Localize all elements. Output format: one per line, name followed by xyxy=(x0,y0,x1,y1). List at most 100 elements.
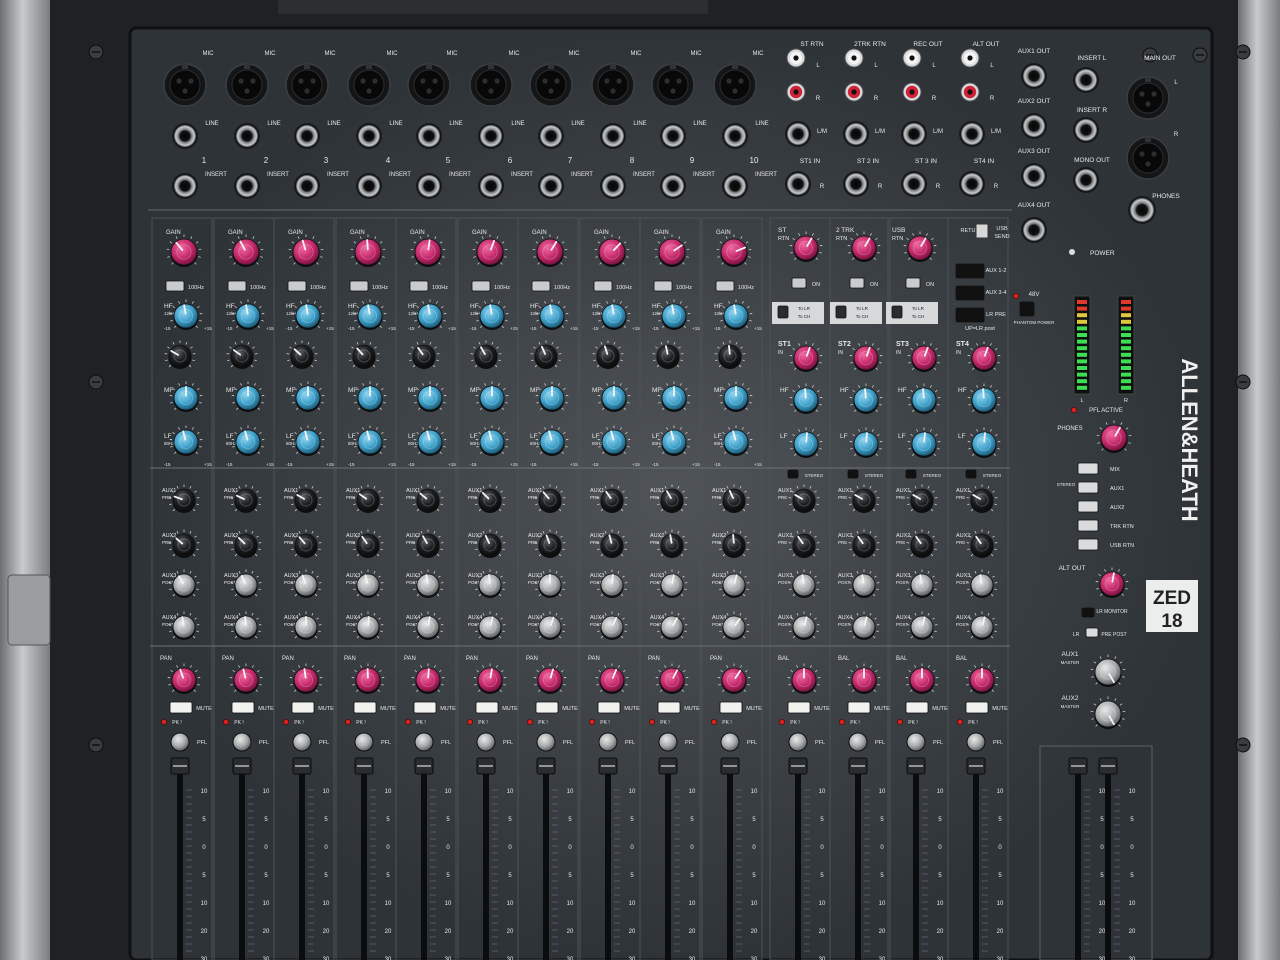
phones-jack[interactable] xyxy=(1128,196,1156,224)
rca-left-4[interactable] xyxy=(960,48,980,68)
mic-input-6[interactable] xyxy=(469,63,513,107)
return-route-switch-3[interactable] xyxy=(891,305,903,319)
mic-input-8[interactable] xyxy=(591,63,635,107)
mic-input-3[interactable] xyxy=(285,63,329,107)
return-route-switch-1[interactable] xyxy=(777,305,789,319)
insert-jack-6[interactable] xyxy=(478,173,504,199)
rca-right-2[interactable] xyxy=(844,82,864,102)
insert-l-jack[interactable] xyxy=(1073,67,1099,93)
mute-button-8[interactable] xyxy=(597,701,621,714)
master-fader-left-cap-1[interactable] xyxy=(1068,757,1088,775)
mute-button-9[interactable] xyxy=(657,701,681,714)
stereo-mode-button-4[interactable] xyxy=(965,469,977,479)
stereo-fader-cap-1[interactable] xyxy=(788,757,808,775)
rca-left-3[interactable] xyxy=(902,48,922,68)
mic-input-2[interactable] xyxy=(225,63,269,107)
mono-out-jack[interactable] xyxy=(1073,167,1099,193)
rca-right-1[interactable] xyxy=(786,82,806,102)
aux-out-2[interactable] xyxy=(1021,113,1047,139)
stereo-in-l-2[interactable] xyxy=(843,121,869,147)
hpf-button-2[interactable] xyxy=(227,280,247,292)
routing-switch-1[interactable] xyxy=(955,263,985,279)
stereo-in-l-4[interactable] xyxy=(959,121,985,147)
master-fader-right-cap-1[interactable] xyxy=(1098,757,1118,775)
insert-jack-9[interactable] xyxy=(660,173,686,199)
main-out-right-xlr[interactable] xyxy=(1126,136,1170,180)
stereo-in-r-2[interactable] xyxy=(843,171,869,197)
stereo-fader-cap-2[interactable] xyxy=(848,757,868,775)
usb-port[interactable] xyxy=(975,223,989,239)
stereo-fader-cap-3[interactable] xyxy=(906,757,926,775)
rca-left-1[interactable] xyxy=(786,48,806,68)
channel-fader-cap-9[interactable] xyxy=(658,757,678,775)
insert-jack-8[interactable] xyxy=(600,173,626,199)
lr-monitor-switch[interactable] xyxy=(1081,607,1095,618)
stereo-in-r-4[interactable] xyxy=(959,171,985,197)
rca-right-3[interactable] xyxy=(902,82,922,102)
line-input-8[interactable] xyxy=(600,123,626,149)
hpf-button-8[interactable] xyxy=(593,280,613,292)
stereo-pfl-button-4[interactable] xyxy=(966,732,986,752)
stereo-pfl-button-2[interactable] xyxy=(848,732,868,752)
channel-fader-cap-4[interactable] xyxy=(354,757,374,775)
insert-jack-4[interactable] xyxy=(356,173,382,199)
mute-button-7[interactable] xyxy=(535,701,559,714)
monitor-select-3[interactable] xyxy=(1077,500,1099,513)
stereo-mode-button-2[interactable] xyxy=(847,469,859,479)
channel-fader-cap-7[interactable] xyxy=(536,757,556,775)
hpf-button-10[interactable] xyxy=(715,280,735,292)
stereo-in-l-1[interactable] xyxy=(785,121,811,147)
stereo-mute-button-2[interactable] xyxy=(847,701,871,714)
channel-fader-cap-5[interactable] xyxy=(414,757,434,775)
mic-input-1[interactable] xyxy=(163,63,207,107)
aux-out-3[interactable] xyxy=(1021,163,1047,189)
rca-right-4[interactable] xyxy=(960,82,980,102)
pfl-button-6[interactable] xyxy=(476,732,496,752)
mic-input-4[interactable] xyxy=(347,63,391,107)
monitor-select-4[interactable] xyxy=(1077,519,1099,532)
mute-button-1[interactable] xyxy=(169,701,193,714)
line-input-5[interactable] xyxy=(416,123,442,149)
channel-fader-cap-6[interactable] xyxy=(476,757,496,775)
mic-input-9[interactable] xyxy=(651,63,695,107)
pfl-button-1[interactable] xyxy=(170,732,190,752)
hpf-button-9[interactable] xyxy=(653,280,673,292)
monitor-select-2[interactable] xyxy=(1077,481,1099,494)
return-on-button-1[interactable] xyxy=(791,277,807,289)
line-input-6[interactable] xyxy=(478,123,504,149)
aux-out-1[interactable] xyxy=(1021,63,1047,89)
stereo-fader-cap-4[interactable] xyxy=(966,757,986,775)
mute-button-10[interactable] xyxy=(719,701,743,714)
return-on-button-2[interactable] xyxy=(849,277,865,289)
return-on-button-3[interactable] xyxy=(905,277,921,289)
mute-button-4[interactable] xyxy=(353,701,377,714)
stereo-mode-button-1[interactable] xyxy=(787,469,799,479)
stereo-pfl-button-1[interactable] xyxy=(788,732,808,752)
aux-out-4[interactable] xyxy=(1021,217,1047,243)
insert-jack-5[interactable] xyxy=(416,173,442,199)
monitor-select-5[interactable] xyxy=(1077,538,1099,551)
phantom-power-switch[interactable] xyxy=(1019,301,1035,317)
pfl-button-5[interactable] xyxy=(414,732,434,752)
insert-jack-7[interactable] xyxy=(538,173,564,199)
stereo-mode-button-3[interactable] xyxy=(905,469,917,479)
stereo-in-r-3[interactable] xyxy=(901,171,927,197)
hpf-button-6[interactable] xyxy=(471,280,491,292)
pfl-button-7[interactable] xyxy=(536,732,556,752)
rca-left-2[interactable] xyxy=(844,48,864,68)
mic-input-10[interactable] xyxy=(713,63,757,107)
channel-fader-cap-1[interactable] xyxy=(170,757,190,775)
stereo-pfl-button-3[interactable] xyxy=(906,732,926,752)
pre-post-switch[interactable] xyxy=(1085,627,1099,638)
insert-jack-3[interactable] xyxy=(294,173,320,199)
pfl-button-2[interactable] xyxy=(232,732,252,752)
channel-fader-cap-2[interactable] xyxy=(232,757,252,775)
hpf-button-7[interactable] xyxy=(531,280,551,292)
mute-button-6[interactable] xyxy=(475,701,499,714)
mic-input-5[interactable] xyxy=(407,63,451,107)
line-input-10[interactable] xyxy=(722,123,748,149)
mic-input-7[interactable] xyxy=(529,63,573,107)
hpf-button-4[interactable] xyxy=(349,280,369,292)
stereo-in-r-1[interactable] xyxy=(785,171,811,197)
pfl-button-4[interactable] xyxy=(354,732,374,752)
